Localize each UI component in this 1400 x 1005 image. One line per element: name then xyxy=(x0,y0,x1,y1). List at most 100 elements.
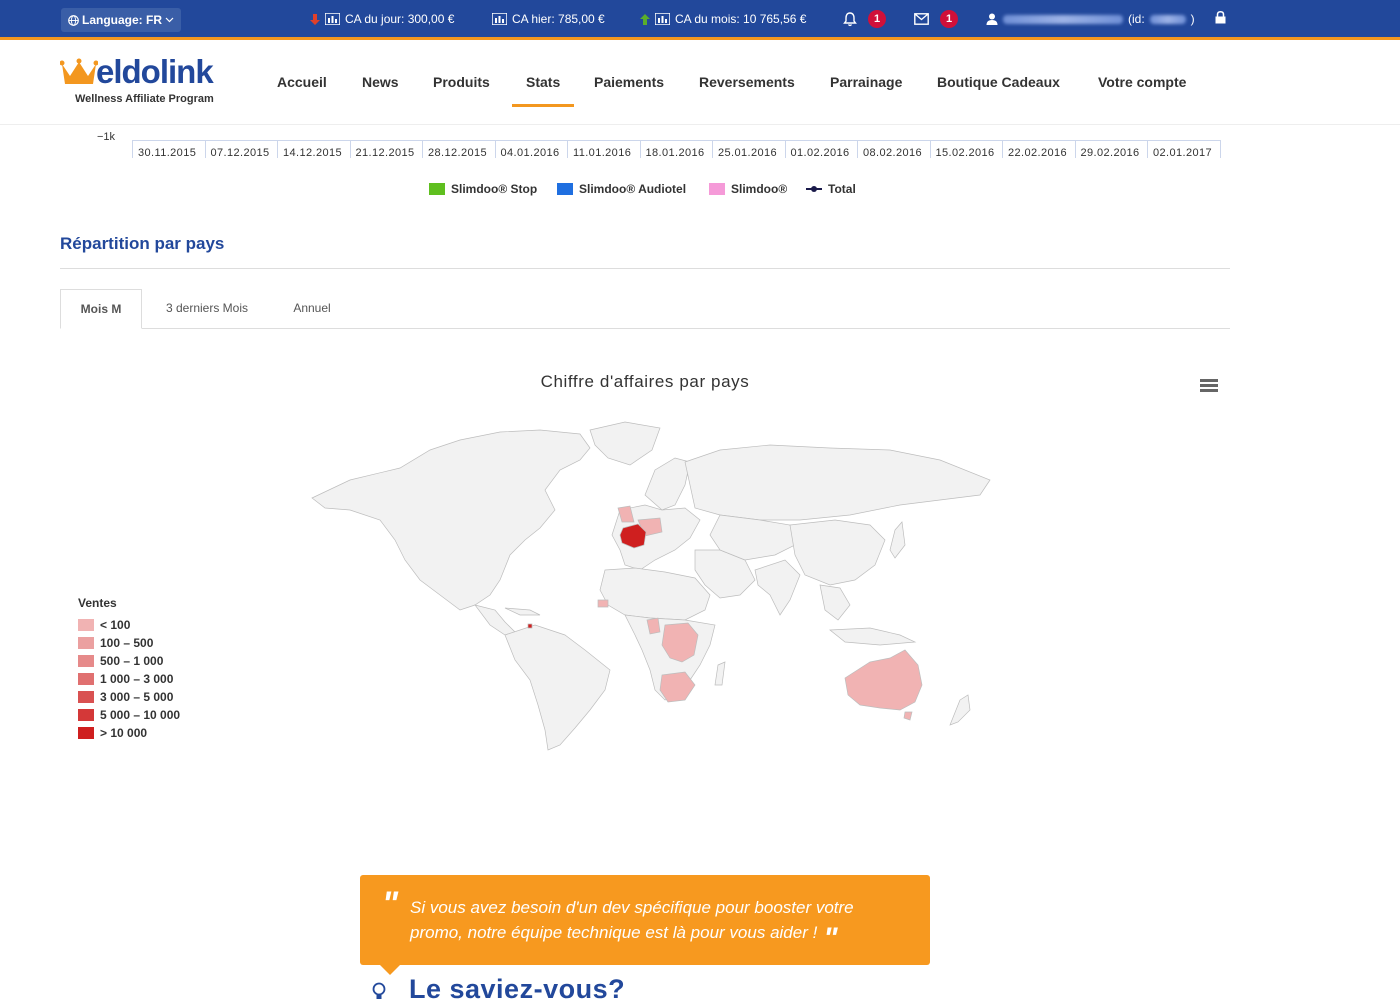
logo-brand: eldolink xyxy=(96,53,214,90)
tab-annuel[interactable]: Annuel xyxy=(272,289,352,329)
chart-tick-label: 11.01.2016 xyxy=(573,147,632,159)
nav-reversements[interactable]: Reversements xyxy=(699,74,795,90)
country-greenland[interactable] xyxy=(589,421,661,466)
chart-tick-mark xyxy=(349,140,351,158)
legend-class-label: < 100 xyxy=(100,618,131,632)
legend-class-label: > 10 000 xyxy=(100,726,148,740)
user-account-button[interactable]: (id: ) xyxy=(986,12,1195,26)
chart-tick-label: 04.01.2016 xyxy=(500,147,560,159)
legend-class-label: 1 000 – 3 000 xyxy=(100,672,174,686)
nav-produits[interactable]: Produits xyxy=(433,74,490,90)
legend-class-label: 100 – 500 xyxy=(100,636,154,650)
country-indonesia[interactable] xyxy=(829,627,917,646)
country-scandinavia[interactable] xyxy=(644,457,691,511)
country-martinique[interactable] xyxy=(527,623,533,629)
country-north-america[interactable] xyxy=(311,429,591,611)
nav-stats[interactable]: Stats xyxy=(511,74,575,107)
chart-tick-mark xyxy=(712,140,713,158)
nav-news[interactable]: News xyxy=(362,74,399,90)
logo-tagline: Wellness Affiliate Program xyxy=(75,93,214,105)
country-australia[interactable] xyxy=(844,649,923,711)
bar-chart-icon xyxy=(655,13,670,25)
legend-class-4[interactable]: 1 000 – 3 000 xyxy=(78,670,180,688)
logo[interactable]: eldolink Wellness Affiliate Program xyxy=(60,53,240,113)
country-senegal[interactable] xyxy=(597,599,609,608)
messages-badge: 1 xyxy=(940,10,958,28)
tab-3-derniers-mois[interactable]: 3 derniers Mois xyxy=(150,289,264,329)
legend-slimdoo-audiotel[interactable]: Slimdoo® Audiotel xyxy=(557,182,686,196)
legend-class-label: 5 000 – 10 000 xyxy=(100,708,181,722)
legend-swatch xyxy=(557,183,573,195)
chart-tick-label: 18.01.2016 xyxy=(645,147,705,159)
nav-votre-compte[interactable]: Votre compte xyxy=(1098,74,1186,90)
country-africa-north[interactable] xyxy=(599,567,711,621)
country-china[interactable] xyxy=(789,519,886,586)
chart-tick-mark xyxy=(494,140,496,158)
ca-hier-label: CA hier: 785,00 € xyxy=(512,12,605,26)
chart-tick-label: 02.01.2017 xyxy=(1153,147,1213,159)
tip-text-content: Si vous avez besoin d'un dev spécifique … xyxy=(410,898,854,942)
legend-total[interactable]: Total xyxy=(806,182,856,196)
country-southeast-asia[interactable] xyxy=(819,584,851,621)
bar-chart-icon xyxy=(492,13,507,25)
tip-callout: " Si vous avez besoin d'un dev spécifiqu… xyxy=(360,875,930,975)
chart-tick-mark xyxy=(277,140,278,158)
chart-tick-label: 08.02.2016 xyxy=(863,147,923,159)
chart-tick-mark xyxy=(1147,140,1148,158)
chart-tick-mark xyxy=(639,140,641,158)
chart-tick-label: 01.02.2016 xyxy=(790,147,850,159)
country-south-america[interactable] xyxy=(504,624,611,751)
ca-jour-label: CA du jour: 300,00 € xyxy=(345,12,455,26)
quote-open-icon: " xyxy=(382,885,399,923)
legend-class-1[interactable]: < 100 xyxy=(78,616,180,634)
legend-swatch xyxy=(78,655,94,667)
chart-tick-mark xyxy=(857,140,858,158)
chart-tick-label: 30.11.2015 xyxy=(138,147,197,159)
nav-accueil[interactable]: Accueil xyxy=(277,74,327,90)
tab-mois-m[interactable]: Mois M xyxy=(60,289,142,329)
bell-icon xyxy=(843,11,857,26)
chart-tick-mark xyxy=(1002,140,1003,158)
legend-swatch xyxy=(78,691,94,703)
country-new-zealand[interactable] xyxy=(949,694,971,726)
country-japan[interactable] xyxy=(889,521,906,559)
lock-icon xyxy=(1215,11,1226,24)
user-id-prefix: (id: xyxy=(1128,12,1145,26)
nav-boutique-cadeaux[interactable]: Boutique Cadeaux xyxy=(937,74,1060,90)
envelope-icon xyxy=(914,13,929,25)
country-tasmania[interactable] xyxy=(903,711,913,721)
legend-label: Slimdoo® Audiotel xyxy=(579,182,687,196)
country-madagascar[interactable] xyxy=(714,661,726,686)
chart-tick-label: 22.02.2016 xyxy=(1008,147,1068,159)
legend-class-2[interactable]: 100 – 500 xyxy=(78,634,180,652)
messages-button[interactable]: 1 xyxy=(914,10,958,28)
map-legend: Ventes < 100 100 – 500 500 – 1 000 1 000… xyxy=(78,596,180,742)
legend-label: Slimdoo® xyxy=(731,182,788,196)
logout-button[interactable] xyxy=(1215,11,1226,24)
legend-class-5[interactable]: 3 000 – 5 000 xyxy=(78,688,180,706)
country-russia[interactable] xyxy=(684,444,991,521)
chart-tick-mark xyxy=(204,140,206,158)
legend-swatch xyxy=(78,619,94,631)
username-redacted xyxy=(1003,14,1123,24)
legend-label: Total xyxy=(828,182,856,196)
legend-slimdoo-stop[interactable]: Slimdoo® Stop xyxy=(429,182,537,196)
nav-parrainage[interactable]: Parrainage xyxy=(830,74,902,90)
legend-class-3[interactable]: 500 – 1 000 xyxy=(78,652,180,670)
chart-tick-label: 25.01.2016 xyxy=(718,147,778,159)
chart-menu-icon[interactable] xyxy=(1200,379,1218,393)
country-cuba[interactable] xyxy=(504,607,541,616)
legend-class-6[interactable]: 5 000 – 10 000 xyxy=(78,706,180,724)
language-selector[interactable]: Language: FR xyxy=(61,8,181,32)
legend-class-7[interactable]: > 10 000 xyxy=(78,724,180,742)
notifications-button[interactable]: 1 xyxy=(843,10,886,28)
language-label: Language: FR xyxy=(82,13,162,27)
did-you-know-heading: Le saviez-vous? xyxy=(409,974,626,1004)
nav-paiements[interactable]: Paiements xyxy=(594,74,664,90)
country-india[interactable] xyxy=(754,559,801,616)
user-id-suffix: ) xyxy=(1190,12,1195,26)
legend-swatch xyxy=(78,673,94,685)
site-header: eldolink Wellness Affiliate Program Accu… xyxy=(0,43,1400,125)
legend-slimdoo[interactable]: Slimdoo® xyxy=(709,182,787,196)
chart-tick-mark xyxy=(567,140,568,158)
